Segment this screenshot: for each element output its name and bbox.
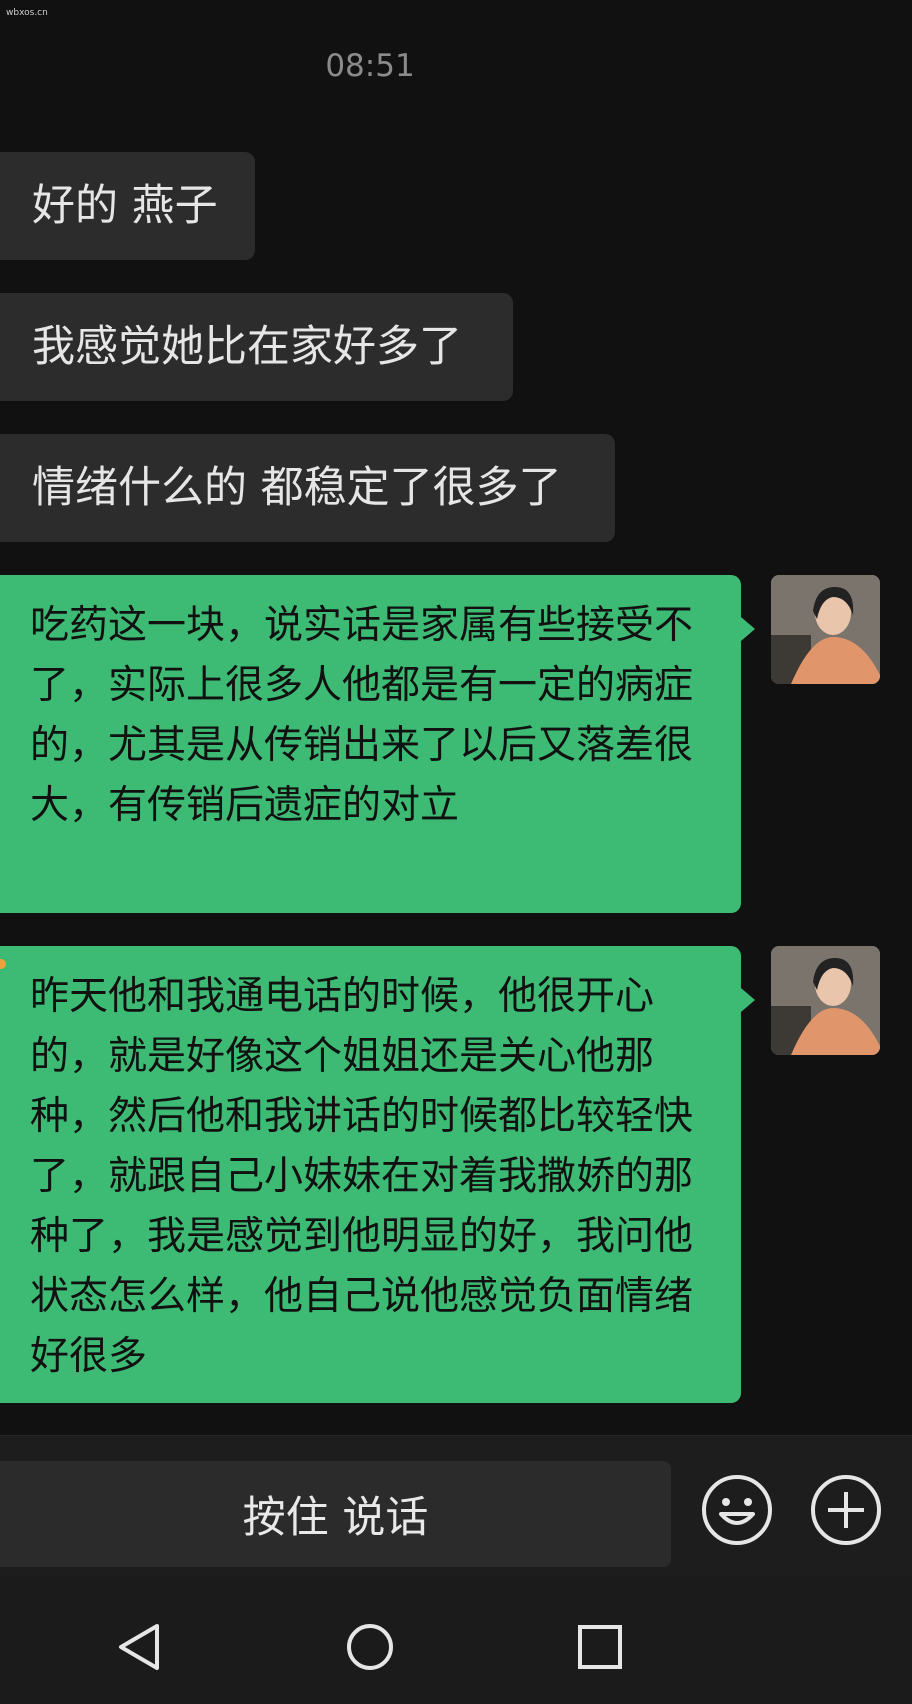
- received-message[interactable]: 情绪什么的 都稳定了很多了: [0, 434, 615, 542]
- message-text: 我感觉她比在家好多了: [32, 322, 462, 372]
- sent-message[interactable]: 昨天他和我通电话的时候，他很开心的，就是好像这个姐姐还是关心他那种，然后他和我讲…: [0, 946, 741, 1403]
- received-message[interactable]: 我感觉她比在家好多了: [0, 293, 513, 401]
- home-circle-icon[interactable]: [345, 1622, 395, 1672]
- bubble-tail: [741, 617, 755, 641]
- message-text: 情绪什么的 都稳定了很多了: [32, 463, 562, 513]
- plus-icon[interactable]: [810, 1474, 882, 1546]
- message-text: 吃药这一块，说实话是家属有些接受不了，实际上很多人他都是有一定的病症的，尤其是从…: [30, 603, 694, 828]
- back-triangle-icon[interactable]: [115, 1622, 165, 1672]
- watermark: wbxos.cn: [6, 8, 48, 18]
- hold-to-talk-button[interactable]: 按住 说话: [0, 1461, 671, 1567]
- avatar[interactable]: [771, 575, 880, 684]
- avatar[interactable]: [771, 946, 880, 1055]
- message-text: 好的 燕子: [32, 181, 218, 231]
- avatar-photo: [771, 575, 880, 684]
- bubble-tail: [741, 988, 755, 1012]
- message-timestamp: 08:51: [325, 48, 415, 84]
- message-text: 昨天他和我通电话的时候，他很开心的，就是好像这个姐姐还是关心他那种，然后他和我讲…: [30, 974, 694, 1379]
- avatar-photo: [771, 946, 880, 1055]
- emoji-icon[interactable]: [701, 1474, 773, 1546]
- sent-message[interactable]: 吃药这一块，说实话是家属有些接受不了，实际上很多人他都是有一定的病症的，尤其是从…: [0, 575, 741, 913]
- received-message[interactable]: 好的 燕子: [0, 152, 255, 260]
- recents-square-icon[interactable]: [575, 1622, 625, 1672]
- hold-to-talk-label: 按住 说话: [242, 1493, 429, 1543]
